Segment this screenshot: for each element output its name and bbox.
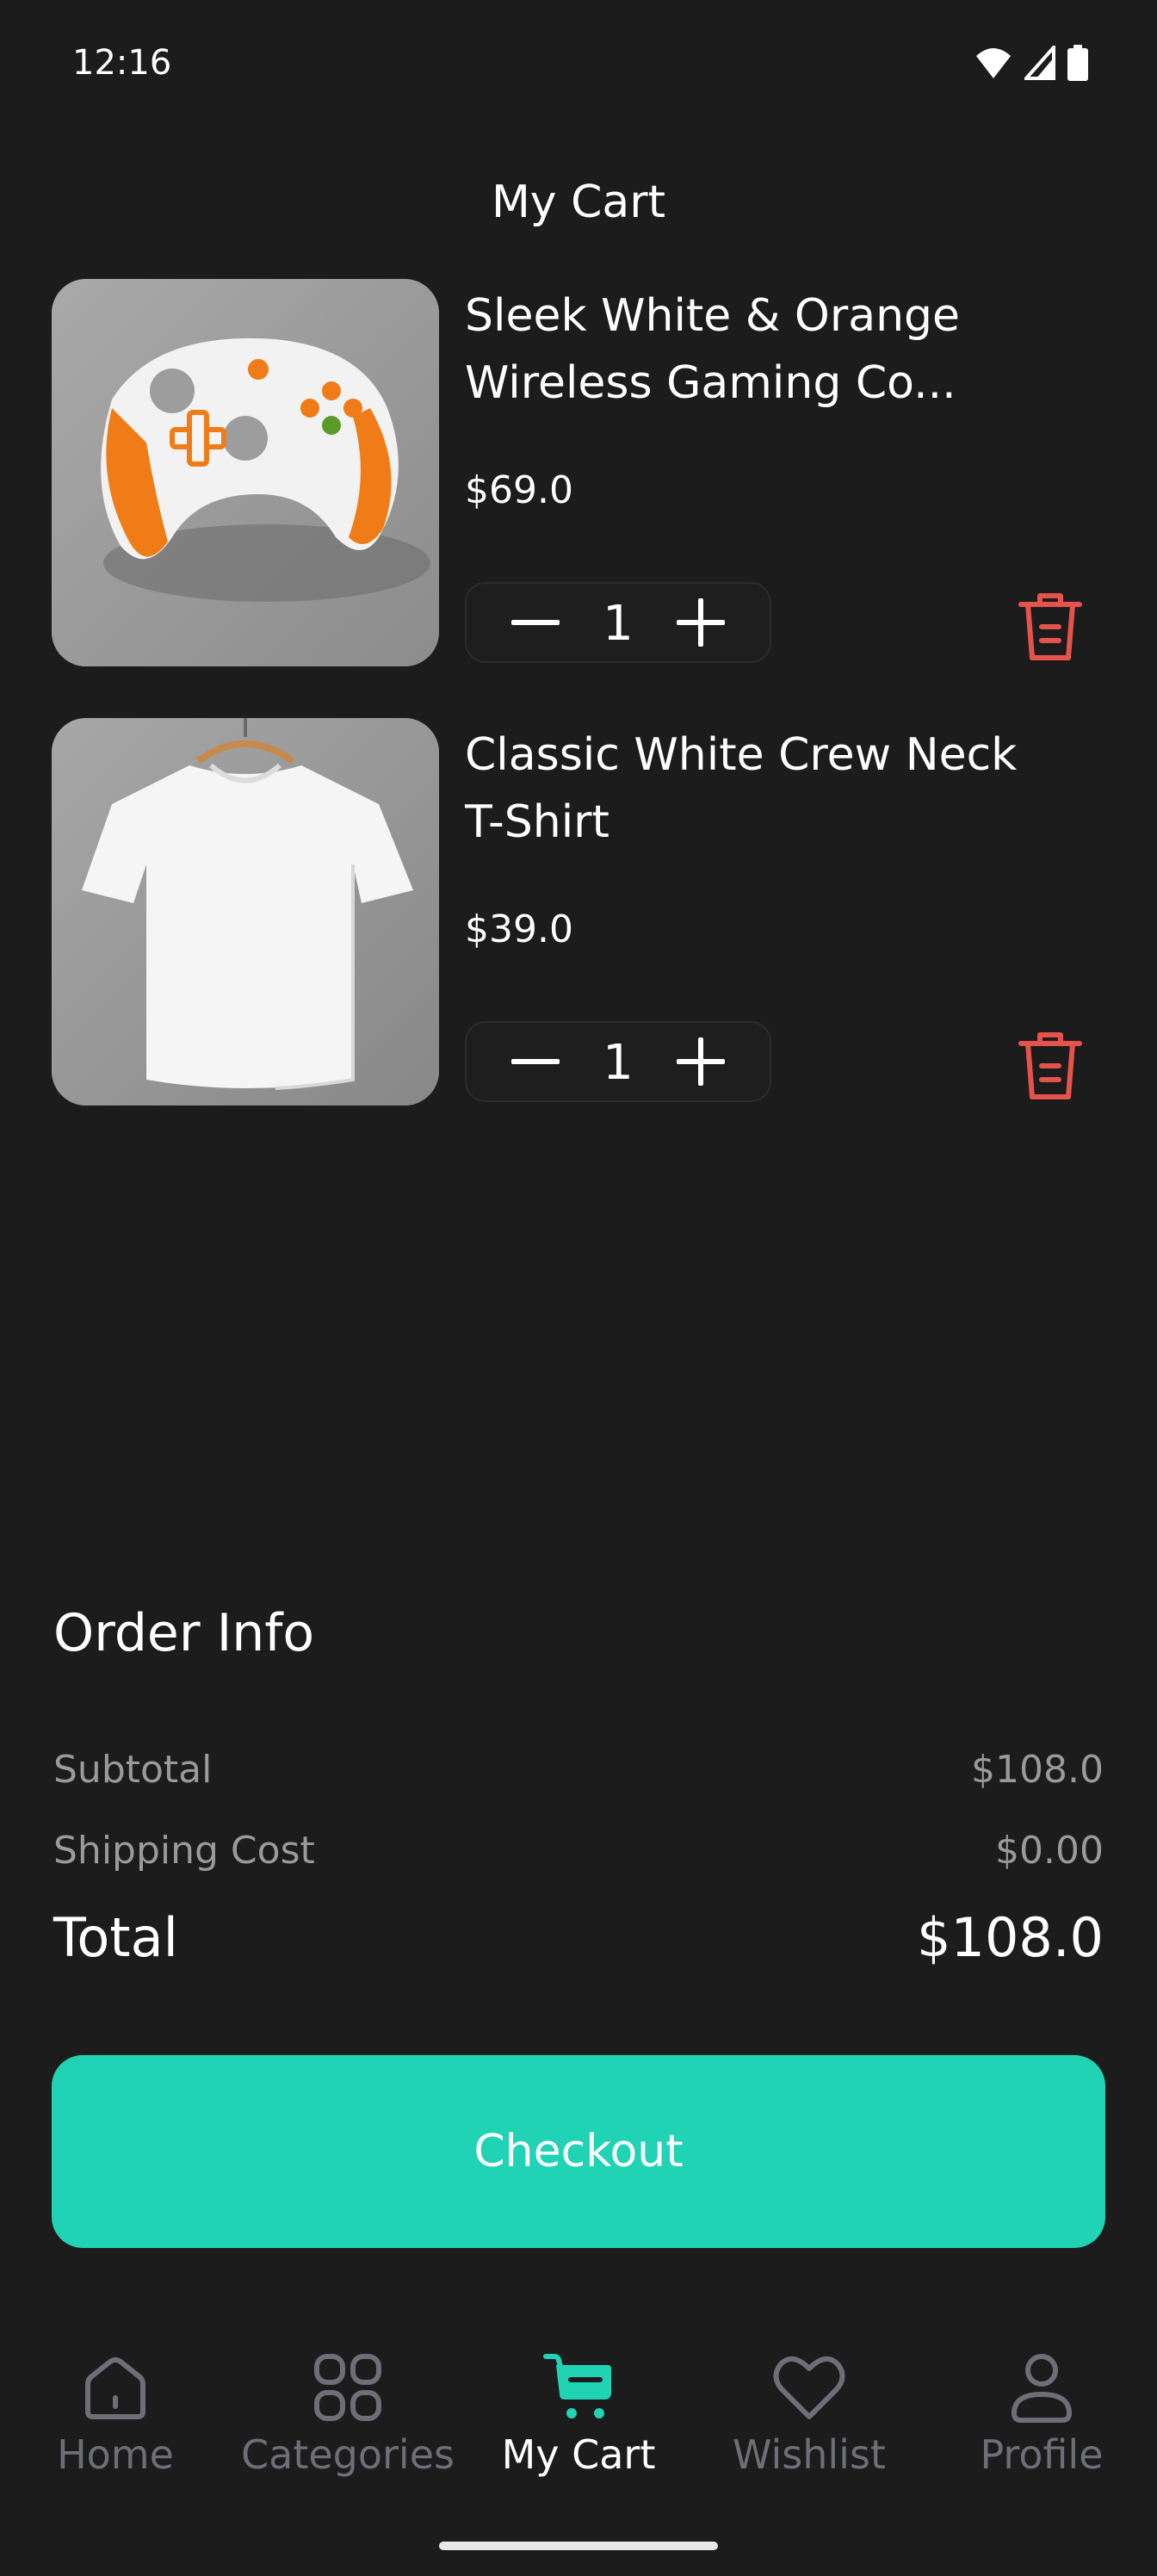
increase-quantity-button[interactable] <box>658 584 744 661</box>
battery-icon <box>1067 45 1088 81</box>
item-price: $39.0 <box>465 907 573 951</box>
home-icon <box>77 2349 154 2426</box>
cart-icon <box>540 2349 617 2426</box>
nav-label: Home <box>57 2431 174 2478</box>
wifi-icon <box>976 48 1011 78</box>
nav-label: Categories <box>241 2431 455 2478</box>
subtotal-row: Subtotal $108.0 <box>53 1748 1104 1792</box>
plus-icon <box>677 1037 725 1086</box>
subtotal-label: Subtotal <box>53 1748 213 1792</box>
total-row: Total $108.0 <box>53 1906 1104 1969</box>
tshirt-image[interactable] <box>52 718 439 1105</box>
shipping-label: Shipping Cost <box>53 1829 315 1873</box>
page-title: My Cart <box>491 176 666 228</box>
item-price: $69.0 <box>465 468 573 512</box>
order-info-title: Order Info <box>53 1603 315 1663</box>
status-time: 12:16 <box>72 43 172 83</box>
nav-item-my-cart[interactable]: My Cart <box>467 2342 690 2497</box>
nav-label: My Cart <box>501 2431 656 2478</box>
shipping-row: Shipping Cost $0.00 <box>53 1829 1104 1873</box>
grid-icon <box>309 2349 387 2426</box>
user-icon <box>1003 2349 1080 2426</box>
nav-item-profile[interactable]: Profile <box>930 2342 1154 2497</box>
nav-item-home[interactable]: Home <box>3 2342 227 2497</box>
item-name[interactable]: Classic White Crew Neck T-Shirt <box>465 721 1067 856</box>
quantity-stepper: 1 <box>465 582 771 663</box>
gaming-controller-image[interactable] <box>52 279 439 666</box>
plus-icon <box>677 598 725 647</box>
shipping-value: $0.00 <box>995 1829 1104 1873</box>
home-indicator[interactable] <box>439 2542 718 2550</box>
trash-icon <box>1018 593 1082 660</box>
trash-icon <box>1018 1032 1082 1099</box>
heart-icon <box>770 2349 848 2426</box>
delete-item-button[interactable] <box>1007 591 1093 663</box>
total-value: $108.0 <box>917 1906 1104 1969</box>
status-icons <box>974 45 1088 81</box>
nav-item-categories[interactable]: Categories <box>236 2342 460 2497</box>
status-bar: 12:16 <box>0 0 1157 129</box>
increase-quantity-button[interactable] <box>658 1023 744 1100</box>
delete-item-button[interactable] <box>1007 1030 1093 1102</box>
cart-item: Sleek White & Orange Wireless Gaming Co.… <box>52 279 1105 666</box>
signal-icon <box>1024 46 1055 80</box>
checkout-button[interactable]: Checkout <box>52 2055 1105 2248</box>
cart-item: Classic White Crew Neck T-Shirt $39.0 1 <box>52 718 1105 1105</box>
nav-label: Profile <box>980 2431 1104 2478</box>
quantity-stepper: 1 <box>465 1021 771 1102</box>
total-label: Total <box>53 1906 178 1969</box>
bottom-nav: Home Categories My Cart Wishlist Profile <box>0 2342 1157 2514</box>
nav-label: Wishlist <box>733 2431 886 2478</box>
item-name[interactable]: Sleek White & Orange Wireless Gaming Co.… <box>465 282 1067 417</box>
nav-item-wishlist[interactable]: Wishlist <box>697 2342 921 2497</box>
subtotal-value: $108.0 <box>971 1748 1104 1792</box>
